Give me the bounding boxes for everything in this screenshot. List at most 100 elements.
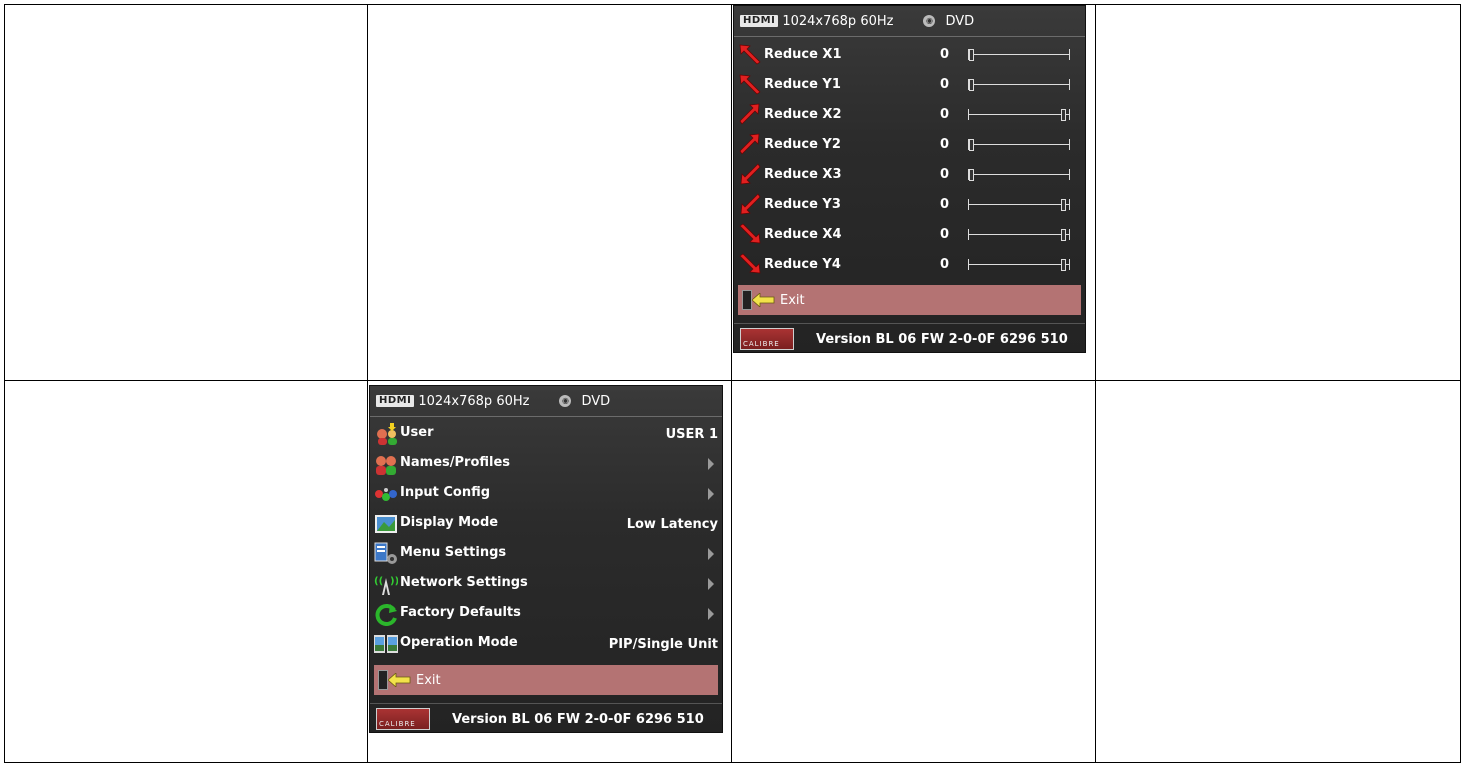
users-icon	[374, 452, 398, 476]
value-slider[interactable]	[968, 77, 1070, 91]
slider-knob[interactable]	[969, 139, 974, 151]
reduce-row[interactable]: Reduce X1 0	[734, 39, 1085, 69]
table-border-middle	[4, 380, 1461, 381]
slider-max-tick	[1069, 259, 1070, 270]
hdmi-logo-icon: HDMI	[740, 15, 779, 27]
user-icon	[374, 422, 398, 446]
table-border-right	[1460, 4, 1461, 763]
arrow-up-right-icon	[738, 103, 762, 125]
arrow-down-left-icon	[738, 163, 762, 185]
menu-item[interactable]: Names/Profiles	[370, 449, 722, 479]
table-divider-3	[1095, 4, 1096, 763]
svg-text:)): ))	[390, 576, 398, 587]
slider-knob[interactable]	[969, 79, 974, 91]
exit-button[interactable]: Exit	[374, 665, 718, 695]
version-text: Version BL 06 FW 2-0-0F 6296 510	[452, 712, 704, 727]
slider-min-tick	[968, 199, 969, 210]
table-divider-2	[731, 4, 732, 763]
reduce-row[interactable]: Reduce X3 0	[734, 159, 1085, 189]
version-text: Version BL 06 FW 2-0-0F 6296 510	[816, 332, 1068, 347]
osd-header: HDMI 1024x768p 60Hz ◉ DVD	[370, 386, 722, 417]
row-label: Reduce X4	[764, 227, 842, 242]
door-icon	[742, 290, 752, 310]
chevron-right-icon	[708, 458, 714, 470]
exit-label: Exit	[780, 293, 805, 308]
menu-settings-icon	[374, 542, 398, 566]
osd-reduce-panel: HDMI 1024x768p 60Hz ◉ DVD Reduce X1 0 Redu…	[733, 5, 1086, 353]
slider-track	[968, 84, 1070, 85]
slider-max-tick	[1069, 79, 1070, 90]
slider-knob[interactable]	[1061, 109, 1066, 121]
slider-track	[968, 54, 1070, 55]
reduce-row[interactable]: Reduce Y2 0	[734, 129, 1085, 159]
reduce-row[interactable]: Reduce Y4 0	[734, 249, 1085, 279]
osd-footer: CALIBRE Version BL 06 FW 2-0-0F 6296 510	[370, 703, 722, 732]
slider-track	[968, 144, 1070, 145]
row-value: 0	[940, 77, 950, 92]
reduce-row[interactable]: Reduce X4 0	[734, 219, 1085, 249]
slider-knob[interactable]	[1061, 229, 1066, 241]
calibre-logo: CALIBRE	[740, 328, 794, 350]
slider-knob[interactable]	[1061, 259, 1066, 271]
menu-item[interactable]: (())Network Settings	[370, 569, 722, 599]
menu-item[interactable]: Factory Defaults	[370, 599, 722, 629]
arrow-up-right-icon	[738, 133, 762, 155]
value-slider[interactable]	[968, 197, 1070, 211]
menu-item[interactable]: Input Config	[370, 479, 722, 509]
exit-arrow-icon	[388, 673, 411, 687]
row-label: Reduce X1	[764, 47, 842, 62]
reduce-row[interactable]: Reduce X2 0	[734, 99, 1085, 129]
value-slider[interactable]	[968, 167, 1070, 181]
row-label: Reduce Y3	[764, 197, 841, 212]
chevron-right-icon	[708, 608, 714, 620]
row-value: 0	[940, 227, 950, 242]
slider-min-tick	[968, 259, 969, 270]
menu-item-label: Network Settings	[400, 575, 528, 590]
value-slider[interactable]	[968, 47, 1070, 61]
slider-track	[968, 264, 1070, 265]
value-slider[interactable]	[968, 137, 1070, 151]
menu-item-label: Operation Mode	[400, 635, 518, 650]
menu-item-label: Menu Settings	[400, 545, 507, 560]
value-slider[interactable]	[968, 257, 1070, 271]
source-disc-icon: ◉	[923, 15, 936, 27]
input-source: DVD	[581, 393, 611, 409]
reduce-row[interactable]: Reduce Y1 0	[734, 69, 1085, 99]
factory-reset-icon	[374, 602, 398, 626]
network-icon: (())	[374, 572, 399, 596]
table-divider-1	[367, 4, 368, 763]
slider-track	[968, 204, 1070, 205]
value-slider[interactable]	[968, 227, 1070, 241]
exit-button[interactable]: Exit	[738, 285, 1081, 315]
input-resolution: 1024x768p 60Hz	[782, 13, 894, 29]
row-value: 0	[940, 257, 950, 272]
slider-knob[interactable]	[969, 169, 974, 181]
slider-knob[interactable]	[1061, 199, 1066, 211]
menu-item[interactable]: Menu Settings	[370, 539, 722, 569]
slider-track	[968, 114, 1070, 115]
slider-knob[interactable]	[969, 49, 974, 61]
slider-track	[968, 234, 1070, 235]
svg-text:((: ((	[374, 576, 383, 587]
value-slider[interactable]	[968, 107, 1070, 121]
menu-item-value: Low Latency	[626, 517, 718, 532]
row-label: Reduce Y2	[764, 137, 841, 152]
row-value: 0	[940, 47, 950, 62]
slider-max-tick	[1069, 229, 1070, 240]
slider-max-tick	[1069, 49, 1070, 60]
exit-label: Exit	[416, 673, 441, 688]
table-border-bottom	[4, 762, 1461, 763]
osd-header: HDMI 1024x768p 60Hz ◉ DVD	[734, 6, 1085, 37]
row-value: 0	[940, 167, 950, 182]
menu-item[interactable]: Operation Mode PIP/Single Unit	[370, 629, 722, 659]
row-label: Reduce X3	[764, 167, 842, 182]
menu-item[interactable]: User USER 1	[370, 419, 722, 449]
slider-min-tick	[968, 229, 969, 240]
row-label: Reduce X2	[764, 107, 842, 122]
source-disc-icon: ◉	[559, 395, 572, 407]
reduce-row[interactable]: Reduce Y3 0	[734, 189, 1085, 219]
menu-item-label: Factory Defaults	[400, 605, 521, 620]
menu-item-value: PIP/Single Unit	[608, 637, 718, 652]
menu-item[interactable]: Display Mode Low Latency	[370, 509, 722, 539]
hdmi-logo-icon: HDMI	[376, 395, 415, 407]
